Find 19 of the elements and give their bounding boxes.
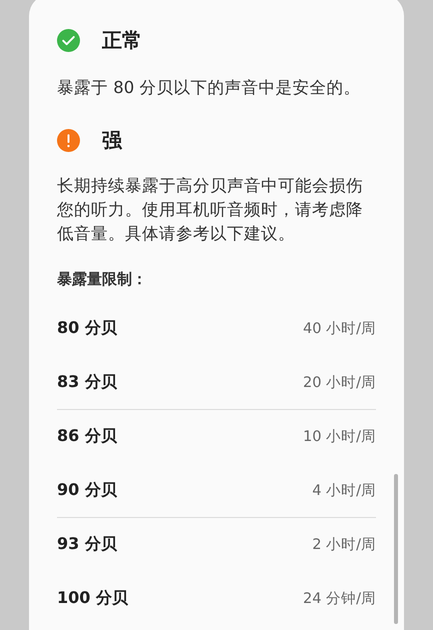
exposure-duration: 10 小时/周 <box>303 428 376 446</box>
exposure-duration: 20 小时/周 <box>303 374 376 392</box>
exposure-duration: 24 分钟/周 <box>303 590 376 608</box>
decibel-level: 83 分贝 <box>57 372 117 393</box>
level-description: 暴露于 80 分贝以下的声音中是安全的。 <box>57 77 362 99</box>
exposure-duration: 40 小时/周 <box>303 320 376 338</box>
exposure-duration: 2 小时/周 <box>312 536 376 554</box>
limits-title: 暴露量限制： <box>57 269 148 290</box>
check-icon <box>57 28 80 52</box>
exposure-duration: 4 小时/周 <box>312 482 376 500</box>
decibel-level: 86 分贝 <box>57 426 117 447</box>
exclamation-icon <box>57 128 80 152</box>
decibel-level: 90 分贝 <box>57 480 117 501</box>
decibel-level: 100 分贝 <box>57 588 128 609</box>
level-title: 正常 <box>102 27 142 54</box>
level-description: 长期持续暴露于高分贝声音中可能会损伤您的听力。使用耳机听音频时，请考虑降低音量。具体请参考以下建议。 <box>57 175 364 245</box>
decibel-level: 80 分贝 <box>57 318 117 339</box>
level-title: 强 <box>102 127 122 154</box>
decibel-level: 93 分贝 <box>57 534 117 555</box>
